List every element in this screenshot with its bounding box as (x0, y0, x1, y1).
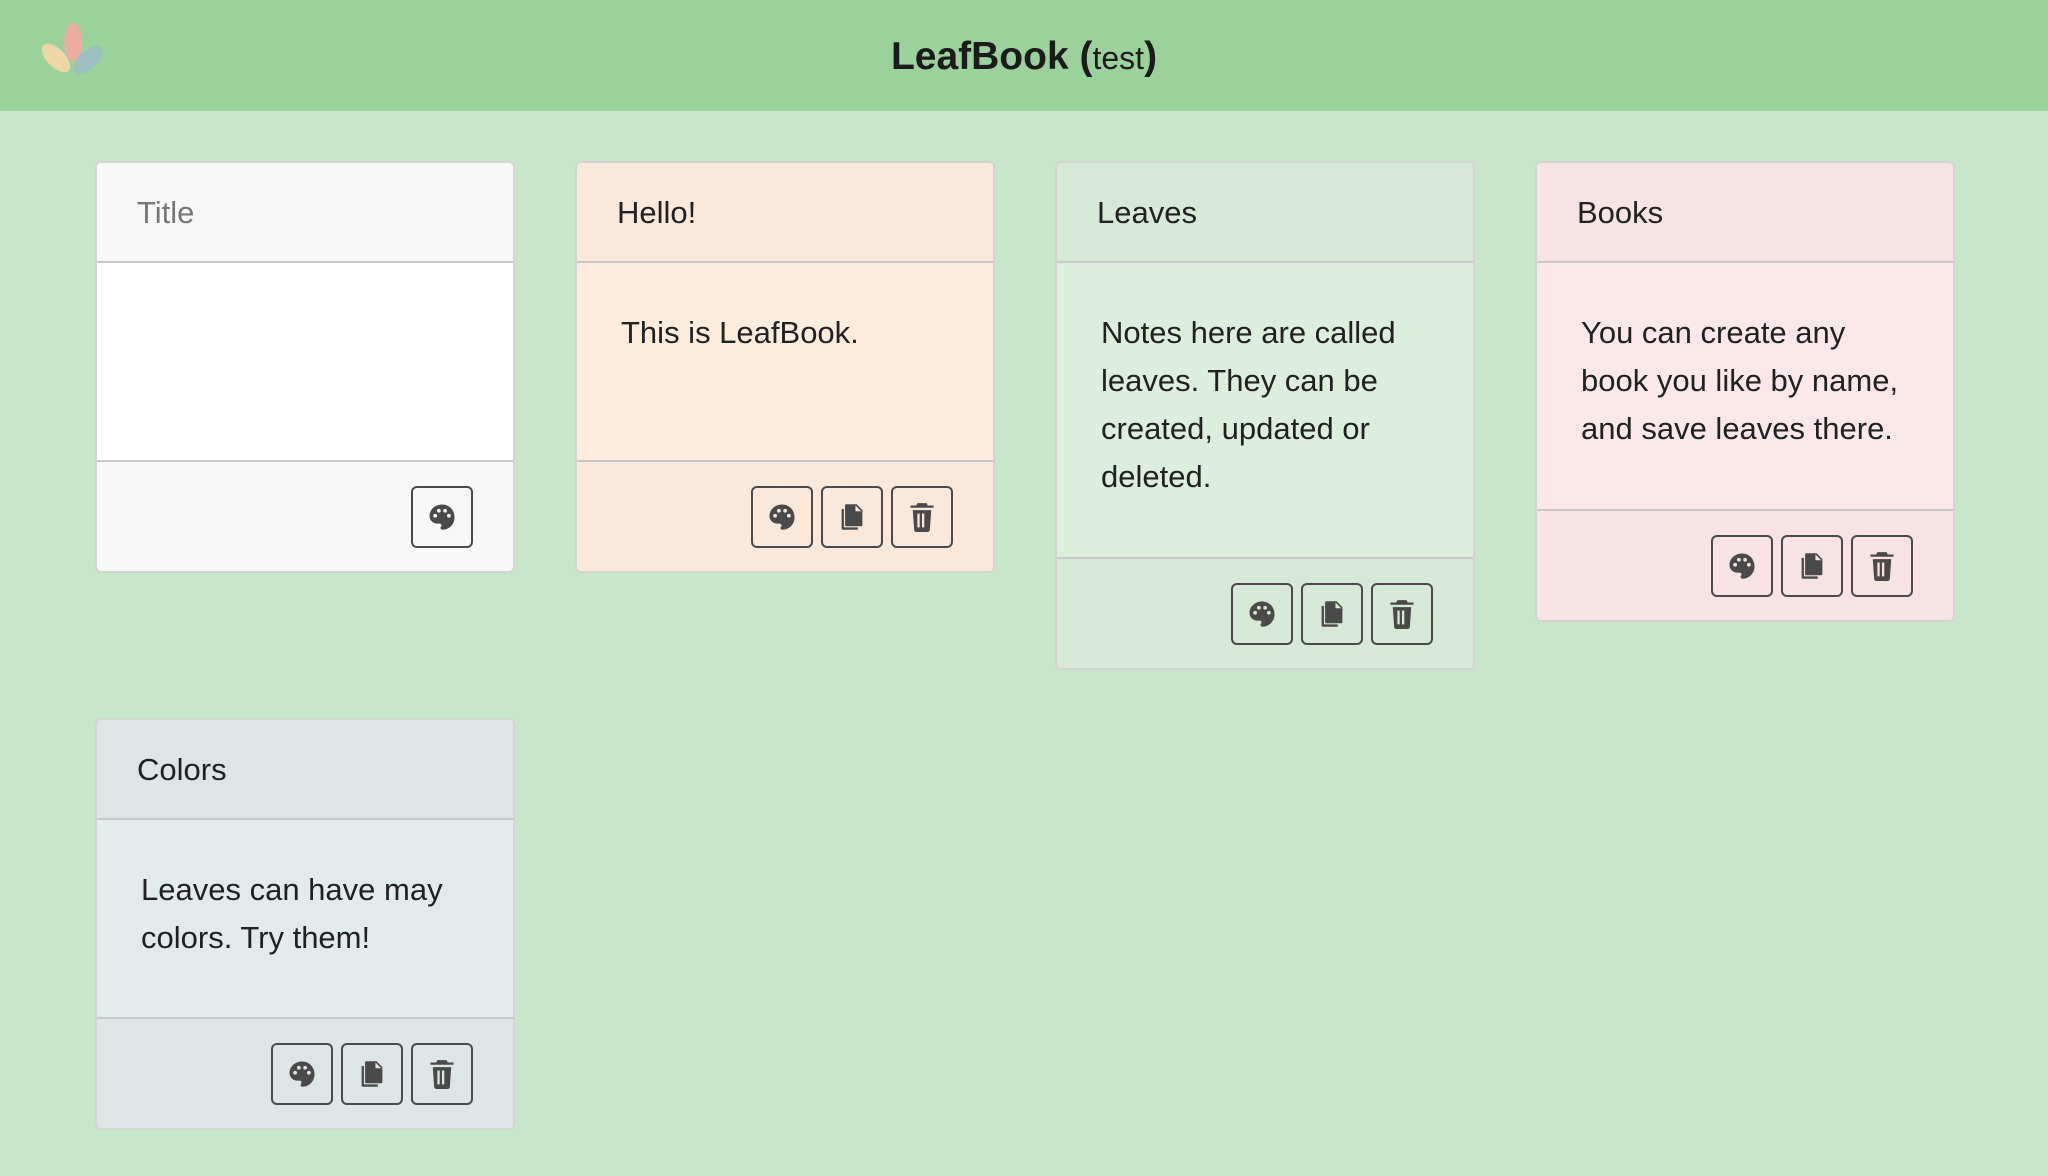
card-actions (1231, 583, 1433, 645)
app-mode: test (1092, 40, 1145, 76)
delete-button[interactable] (1371, 583, 1433, 645)
copy-icon (841, 504, 863, 530)
leaf-card-leaves: Leaves Notes here are called leaves. The… (1055, 161, 1475, 670)
copy-icon (1321, 601, 1343, 627)
delete-button[interactable] (891, 486, 953, 548)
palette-icon (429, 504, 455, 530)
trash-icon (430, 1060, 454, 1089)
palette-icon (1249, 601, 1275, 627)
app-name: LeafBook (890, 35, 1069, 78)
leaf-title[interactable]: Books (1537, 163, 1953, 263)
delete-button[interactable] (1851, 535, 1913, 597)
color-button[interactable] (1711, 535, 1773, 597)
card-footer (97, 1019, 513, 1128)
card-actions (411, 486, 473, 548)
new-leaf-card: Title (95, 161, 515, 573)
copy-icon (361, 1061, 383, 1087)
copy-icon (1801, 553, 1823, 579)
card-actions (1711, 535, 1913, 597)
app-header: LeafBook (test) (0, 0, 2048, 111)
leaf-card-hello: Hello! This is LeafBook. (575, 161, 995, 573)
card-footer (1537, 511, 1953, 620)
leaf-body[interactable]: Leaves can have may colors. Try them! (97, 820, 513, 1019)
leaf-title[interactable]: Hello! (577, 163, 993, 263)
card-actions (751, 486, 953, 548)
color-button[interactable] (1231, 583, 1293, 645)
leaf-body[interactable]: You can create any book you like by name… (1537, 263, 1953, 511)
app-mode-close-paren: ) (1144, 35, 1158, 78)
color-button[interactable] (411, 486, 473, 548)
palette-icon (1729, 553, 1755, 579)
trash-icon (1870, 552, 1894, 581)
trash-icon (910, 503, 934, 532)
app-title: LeafBook (test) (0, 32, 2048, 83)
new-leaf-body-input[interactable] (97, 263, 513, 462)
delete-button[interactable] (411, 1043, 473, 1105)
palette-icon (289, 1061, 315, 1087)
leaf-body[interactable]: This is LeafBook. (577, 263, 993, 462)
copy-button[interactable] (1781, 535, 1843, 597)
new-leaf-title-input[interactable]: Title (97, 163, 513, 263)
leaf-card-colors: Colors Leaves can have may colors. Try t… (95, 718, 515, 1130)
leaf-body[interactable]: Notes here are called leaves. They can b… (1057, 263, 1473, 559)
copy-button[interactable] (1301, 583, 1363, 645)
leaf-title[interactable]: Leaves (1057, 163, 1473, 263)
app-mode-open-paren: ( (1079, 35, 1093, 78)
trash-icon (1390, 600, 1414, 629)
card-actions (271, 1043, 473, 1105)
card-footer (1057, 559, 1473, 668)
color-button[interactable] (751, 486, 813, 548)
copy-button[interactable] (821, 486, 883, 548)
card-footer (577, 462, 993, 571)
copy-button[interactable] (341, 1043, 403, 1105)
card-footer (97, 462, 513, 571)
palette-icon (769, 504, 795, 530)
leaf-title[interactable]: Colors (97, 720, 513, 820)
color-button[interactable] (271, 1043, 333, 1105)
leaf-card-books: Books You can create any book you like b… (1535, 161, 1955, 622)
